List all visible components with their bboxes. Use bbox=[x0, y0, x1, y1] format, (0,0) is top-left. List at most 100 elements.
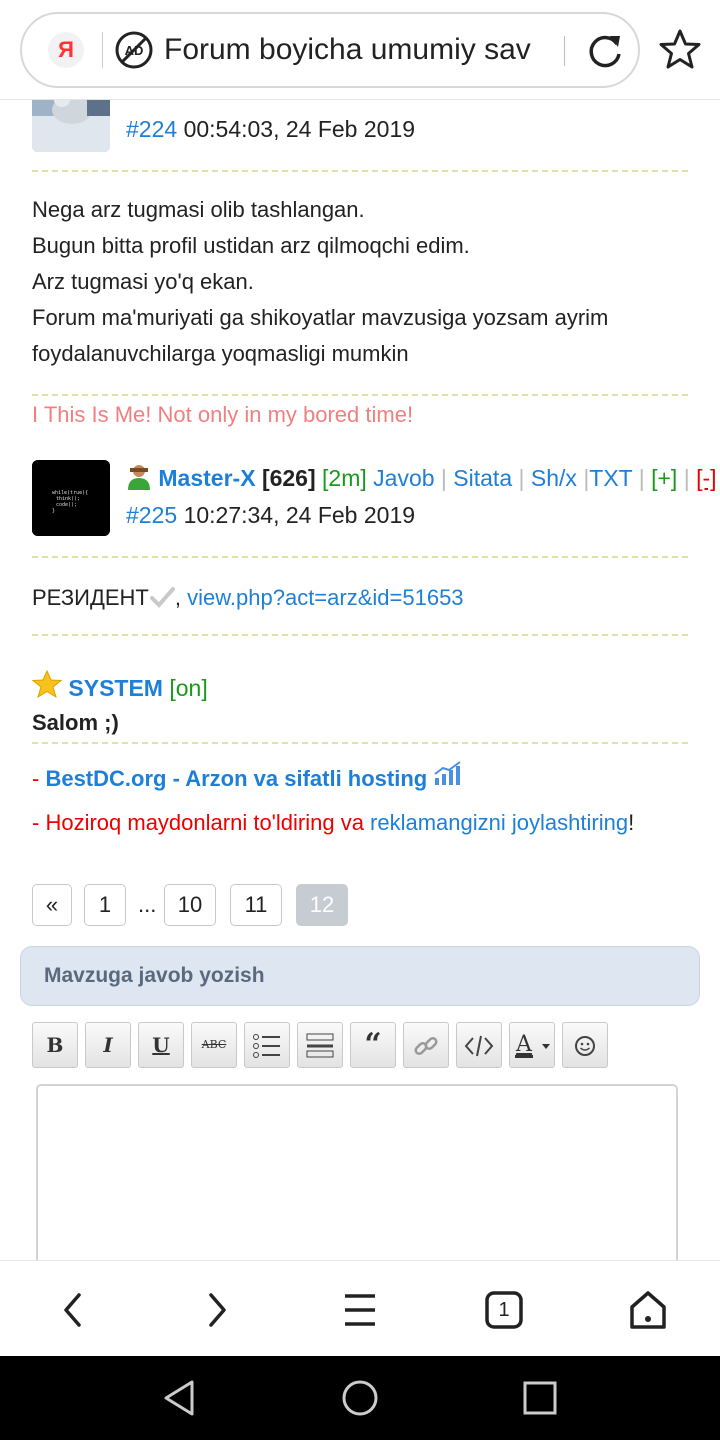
post-time: 00:54:03, 24 Feb 2019 bbox=[183, 116, 416, 142]
current-page: 12 bbox=[296, 884, 348, 926]
message-line: foydalanuvchilarga yoqmasligi mumkin bbox=[32, 341, 409, 366]
smiley-button[interactable] bbox=[562, 1022, 608, 1068]
underline-button[interactable]: U bbox=[138, 1022, 184, 1068]
url-text[interactable]: Forum boyicha umumiy sav bbox=[164, 30, 554, 70]
user-avatar[interactable] bbox=[32, 100, 110, 152]
post-message-224: Nega arz tugmasi olib tashlangan. Bugun … bbox=[32, 192, 608, 372]
quote-button[interactable]: “ bbox=[350, 1022, 396, 1068]
page-content: #224 00:54:03, 24 Feb 2019 Nega arz tugm… bbox=[0, 100, 720, 1260]
reply-link[interactable]: Javob bbox=[373, 465, 434, 491]
post-id-link[interactable]: #225 bbox=[126, 502, 177, 528]
online-status: [2m] bbox=[322, 465, 367, 491]
divider bbox=[32, 170, 688, 172]
ad-dash: - bbox=[32, 766, 46, 791]
separator: | bbox=[440, 465, 447, 491]
code-button[interactable] bbox=[456, 1022, 502, 1068]
private-message-link[interactable]: Sh/x bbox=[531, 465, 577, 491]
separator: | bbox=[638, 465, 645, 491]
divider bbox=[32, 742, 688, 744]
link-icon bbox=[414, 1036, 438, 1056]
user-rating: [626] bbox=[261, 465, 316, 491]
adblock-icon[interactable]: AD bbox=[114, 30, 154, 70]
ad-hosting-link[interactable]: BestDC.org - Arzon va sifatli hosting bbox=[45, 766, 427, 791]
message-line: Nega arz tugmasi olib tashlangan. bbox=[32, 197, 365, 222]
ad-end: ! bbox=[628, 810, 635, 835]
italic-button[interactable]: I bbox=[85, 1022, 131, 1068]
horizontal-rule-icon bbox=[306, 1033, 334, 1058]
quote-icon: “ bbox=[364, 1027, 382, 1062]
system-header: SYSTEM [on] bbox=[31, 669, 208, 702]
home-icon[interactable] bbox=[623, 1285, 673, 1335]
system-greeting: Salom ;) bbox=[32, 710, 119, 735]
prev-page-button[interactable]: « bbox=[32, 884, 72, 926]
reply-section-title: Mavzuga javob yozish bbox=[20, 946, 700, 1006]
page-button-1[interactable]: 1 bbox=[84, 884, 126, 926]
forward-icon[interactable] bbox=[192, 1285, 242, 1335]
system-recents-icon[interactable] bbox=[518, 1376, 562, 1420]
post-header-225: Master-X [626] [2m] Javob | Sitata | Sh/… bbox=[126, 464, 717, 492]
page-button-10[interactable]: 10 bbox=[164, 884, 216, 926]
svg-text:code();: code(); bbox=[56, 502, 77, 508]
message-link[interactable]: view.php?act=arz&id=51653 bbox=[187, 585, 463, 610]
quote-link[interactable]: Sitata bbox=[453, 465, 512, 491]
tabs-count: 1 bbox=[498, 1299, 510, 1321]
reload-icon[interactable] bbox=[584, 30, 626, 72]
divider bbox=[102, 32, 103, 68]
yandex-logo-icon[interactable]: Я bbox=[48, 32, 84, 68]
online-status: [on] bbox=[169, 675, 208, 701]
smiley-icon bbox=[575, 1036, 595, 1056]
txt-link[interactable]: TXT bbox=[589, 465, 632, 491]
tabs-button[interactable]: 1 bbox=[479, 1285, 529, 1335]
browser-bottom-nav: 1 bbox=[0, 1260, 720, 1356]
text-color-button[interactable]: A bbox=[509, 1022, 555, 1068]
list-icon bbox=[253, 1034, 280, 1058]
svg-text:}: } bbox=[52, 508, 55, 514]
back-icon[interactable] bbox=[48, 1285, 98, 1335]
page-button-11[interactable]: 11 bbox=[230, 884, 282, 926]
post-id-link[interactable]: #224 bbox=[126, 116, 177, 142]
message-text: РЕЗИДЕНТ bbox=[32, 585, 149, 610]
bold-button[interactable]: B bbox=[32, 1022, 78, 1068]
divider bbox=[32, 556, 688, 558]
divider bbox=[32, 634, 688, 636]
ad-place-link[interactable]: reklamangizni joylashtiring bbox=[370, 810, 628, 835]
list-button[interactable] bbox=[244, 1022, 290, 1068]
link-button[interactable] bbox=[403, 1022, 449, 1068]
browser-top-bar: Я AD Forum boyicha umumiy sav bbox=[0, 0, 720, 100]
plus-vote-link[interactable]: [+] bbox=[651, 465, 677, 491]
separator: | bbox=[518, 465, 525, 491]
system-username-link[interactable]: SYSTEM bbox=[68, 675, 163, 701]
svg-text:A: A bbox=[515, 1032, 533, 1057]
text-color-icon: A bbox=[515, 1032, 550, 1058]
username-link[interactable]: Master-X bbox=[158, 465, 255, 491]
reply-textarea[interactable] bbox=[36, 1084, 678, 1260]
horizontal-rule-button[interactable] bbox=[297, 1022, 343, 1068]
svg-text:AD: AD bbox=[125, 43, 144, 58]
system-home-icon[interactable] bbox=[338, 1376, 382, 1420]
star-icon bbox=[31, 669, 63, 699]
strikethrough-button[interactable]: ABC bbox=[191, 1022, 237, 1068]
divider bbox=[32, 394, 688, 396]
divider bbox=[564, 36, 565, 66]
ad-dash: - bbox=[32, 810, 46, 835]
post-message-225: РЕЗИДЕНТ, view.php?act=arz&id=51653 bbox=[32, 585, 464, 610]
user-signature: I This Is Me! Not only in my bored time! bbox=[32, 402, 414, 427]
male-user-icon bbox=[128, 465, 150, 490]
post-meta-224: #224 00:54:03, 24 Feb 2019 bbox=[126, 116, 415, 143]
minus-vote-link[interactable]: [-] bbox=[696, 465, 716, 491]
post-meta-225: #225 10:27:34, 24 Feb 2019 bbox=[126, 502, 415, 529]
system-nav-bar bbox=[0, 1356, 720, 1440]
address-bar[interactable]: Я AD Forum boyicha umumiy sav bbox=[20, 12, 640, 88]
post-time: 10:27:34, 24 Feb 2019 bbox=[183, 502, 416, 528]
bookmark-star-icon[interactable] bbox=[658, 28, 702, 72]
ad-conjunction: va bbox=[334, 810, 371, 835]
pagination-ellipsis: ... bbox=[138, 892, 157, 917]
system-back-icon[interactable] bbox=[158, 1376, 202, 1420]
user-avatar[interactable]: while(true){ think(); code(); } bbox=[32, 460, 110, 536]
ad-line-1: - BestDC.org - Arzon va sifatli hosting bbox=[32, 760, 463, 792]
message-line: Arz tugmasi yo'q ekan. bbox=[32, 269, 254, 294]
menu-icon[interactable] bbox=[335, 1285, 385, 1335]
ad-line-2: - Hoziroq maydonlarni to'ldiring va rekl… bbox=[32, 810, 634, 836]
code-icon bbox=[464, 1035, 494, 1057]
ad-fill-fields-link[interactable]: Hoziroq maydonlarni to'ldiring bbox=[45, 810, 334, 835]
